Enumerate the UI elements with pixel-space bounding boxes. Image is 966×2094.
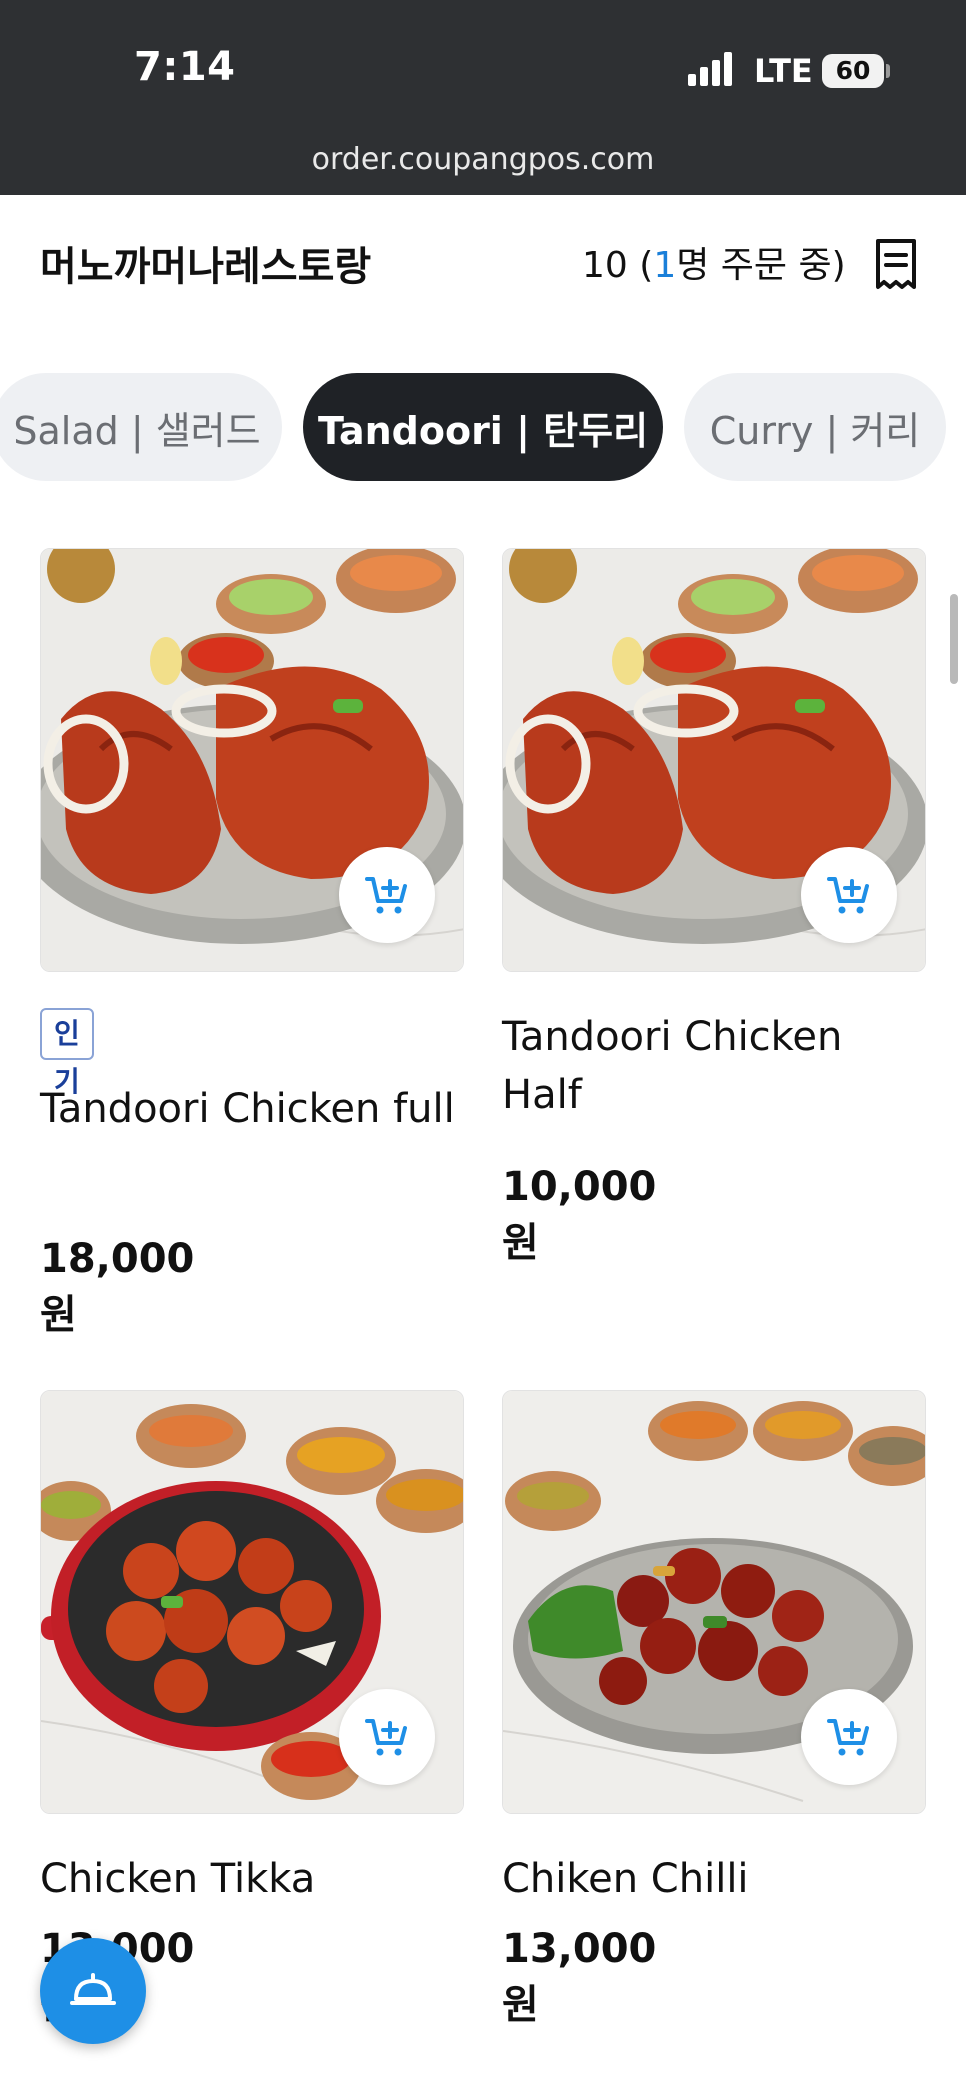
popular-badge: 인기 xyxy=(40,1008,94,1098)
tab-salad[interactable]: Salad | 샐러드 xyxy=(0,373,282,481)
status-time: 7:14 xyxy=(134,44,236,90)
product-price: 13,000원 xyxy=(502,1926,657,2028)
ordering-prefix: ( xyxy=(627,245,654,286)
cart-plus-icon xyxy=(827,877,869,914)
product-image[interactable] xyxy=(40,1390,464,1814)
cart-plus-icon xyxy=(827,1719,869,1756)
product-image[interactable] xyxy=(40,548,464,972)
product-name: Chicken Tikka xyxy=(40,1856,316,1902)
product-image[interactable] xyxy=(502,1390,926,1814)
signal-icon xyxy=(688,52,734,86)
ordering-count: 1 xyxy=(653,245,677,286)
battery-nub xyxy=(886,64,890,78)
service-bell-icon xyxy=(70,1973,116,2005)
add-to-cart-button[interactable] xyxy=(339,1689,435,1785)
cart-plus-icon xyxy=(365,877,407,914)
product-name: Tandoori Chicken full xyxy=(40,1086,455,1132)
cart-plus-icon xyxy=(365,1719,407,1756)
tab-tandoori[interactable]: Tandoori | 탄두리 xyxy=(303,373,663,481)
table-info: 10 (1명 주문 중) xyxy=(582,236,846,288)
product-image[interactable] xyxy=(502,548,926,972)
add-to-cart-button[interactable] xyxy=(339,847,435,943)
receipt-icon[interactable] xyxy=(874,238,918,290)
product-name: Chiken Chilli xyxy=(502,1856,749,1902)
battery-icon: 60 xyxy=(822,54,884,88)
address-bar-url[interactable]: order.coupangpos.com xyxy=(0,142,966,177)
ordering-suffix: 명 주문 중) xyxy=(676,245,846,286)
network-label: LTE xyxy=(754,52,813,90)
call-staff-button[interactable] xyxy=(40,1938,146,2044)
tab-curry[interactable]: Curry | 커리 xyxy=(684,373,946,481)
scrollbar-thumb[interactable] xyxy=(950,594,958,684)
add-to-cart-button[interactable] xyxy=(801,1689,897,1785)
status-bar: 7:14 LTE 60 order.coupangpos.com xyxy=(0,0,966,195)
store-name: 머노까머나레스토랑 xyxy=(40,244,372,290)
product-price: 10,000원 xyxy=(502,1164,657,1266)
product-price: 18,000원 xyxy=(40,1236,195,1338)
table-number: 10 xyxy=(582,245,628,286)
product-name: Tandoori Chicken Half xyxy=(502,1014,843,1118)
add-to-cart-button[interactable] xyxy=(801,847,897,943)
